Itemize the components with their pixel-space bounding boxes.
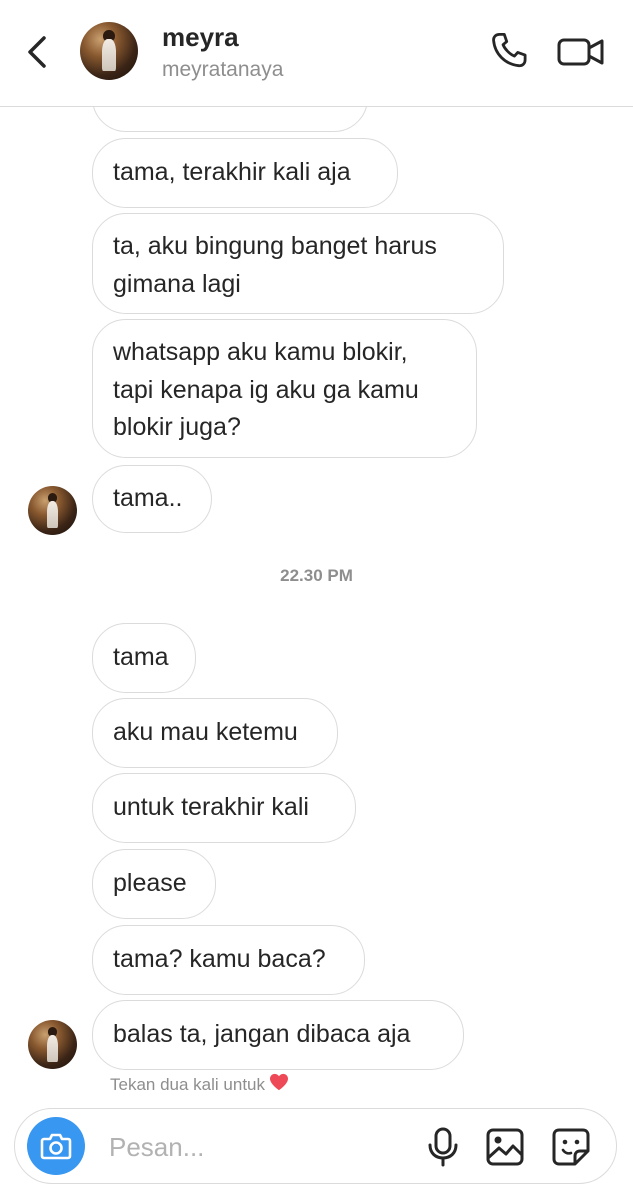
message-bubble[interactable]: ta, aku bingung banget harus gimana lagi [92,213,504,314]
message-text: tama, terakhir kali aja [113,158,351,187]
message-text: tama [113,643,169,672]
sticker-button[interactable] [551,1127,591,1167]
message-text: untuk terakhir kali [113,793,309,822]
double-tap-like-hint: Tekan dua kali untuk [110,1073,289,1096]
voice-call-button[interactable] [488,30,530,72]
message-bubble[interactable]: tama [92,623,196,693]
back-icon [28,36,46,68]
sender-avatar[interactable] [28,486,77,535]
phone-icon [492,32,527,68]
message-composer [14,1108,617,1184]
message-timestamp: 22.30 PM [280,566,353,585]
message-bubble[interactable]: tama, terakhir kali aja [92,138,398,208]
message-text: whatsapp aku kamu blokir, tapi kenapa ig… [113,338,419,441]
video-call-button[interactable] [556,32,606,72]
heart-icon [269,1073,289,1096]
message-bubble[interactable]: please [92,849,216,919]
camera-button[interactable] [27,1117,85,1175]
message-bubble[interactable]: whatsapp aku kamu blokir, tapi kenapa ig… [92,319,477,458]
message-text: balas ta, jangan dibaca aja [113,1020,411,1049]
message-thread[interactable]: tama, terakhir kali aja ta, aku bingung … [0,0,633,1110]
message-text: tama.. [113,484,183,513]
sticker-icon [552,1128,590,1166]
message-text: please [113,869,187,898]
like-hint-text: Tekan dua kali untuk [110,1074,265,1094]
message-text: aku mau ketemu [113,718,298,747]
message-bubble[interactable]: tama.. [92,465,212,533]
message-input[interactable] [107,1123,401,1171]
sender-avatar[interactable] [28,1020,77,1069]
gallery-icon [486,1128,524,1166]
message-bubble[interactable]: balas ta, jangan dibaca aja [92,1000,464,1070]
contact-username[interactable]: meyratanaya [162,58,283,82]
voice-message-button[interactable] [425,1127,461,1167]
camera-icon [40,1133,72,1160]
message-bubble[interactable]: untuk terakhir kali [92,773,356,843]
message-bubble[interactable]: aku mau ketemu [92,698,338,768]
profile-avatar[interactable] [80,22,138,80]
video-icon [557,38,604,66]
message-text: ta, aku bingung banget harus gimana lagi [113,232,437,298]
message-text: tama? kamu baca? [113,945,326,974]
chat-header: meyra meyratanaya [0,0,633,107]
gallery-button[interactable] [485,1127,525,1167]
message-bubble[interactable]: tama? kamu baca? [92,925,365,995]
back-button[interactable] [22,32,54,72]
microphone-icon [428,1127,458,1167]
contact-name[interactable]: meyra [162,22,239,53]
